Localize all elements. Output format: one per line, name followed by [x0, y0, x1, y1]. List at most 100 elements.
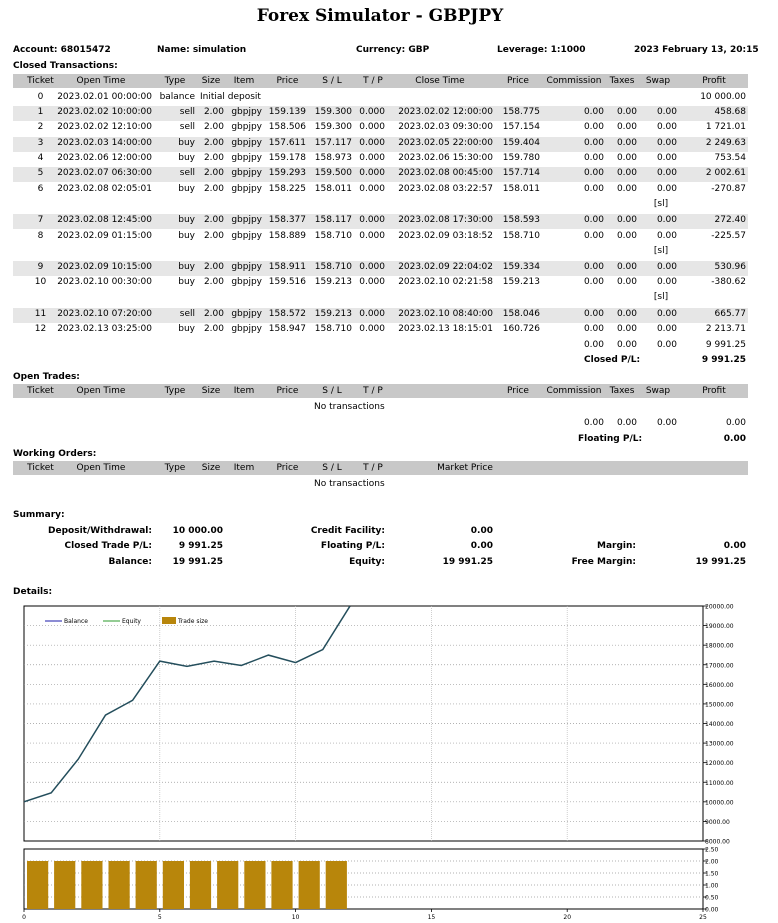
trade-size-bar [189, 861, 212, 909]
column-header: S / L [322, 386, 342, 396]
row-item: gbpjpy [231, 107, 262, 117]
row-swap: 0.00 [656, 277, 677, 287]
closed-trade-pl-value: 9 991.25 [178, 541, 223, 551]
row-comm: 0.00 [583, 122, 604, 132]
row-close: 2023.02.10 02:21:58 [398, 277, 493, 287]
row-profit: 2 249.63 [705, 138, 746, 148]
trade-size-bar [298, 861, 320, 909]
row-swap: 0.00 [656, 309, 677, 319]
row-open: 2023.02.07 06:30:00 [57, 168, 152, 178]
row-close: 2023.02.05 22:00:00 [398, 138, 493, 148]
row-profit: 458.68 [714, 107, 747, 117]
row-cprice: 158.593 [502, 215, 540, 225]
row-price: 158.506 [268, 122, 306, 132]
x-tick-label: 25 [699, 914, 707, 921]
x-tick-label: 15 [428, 914, 436, 921]
row-cprice: 159.404 [502, 138, 540, 148]
row-open: 2023.02.10 00:30:00 [57, 277, 152, 287]
column-header: Price [507, 386, 529, 396]
row-open: 2023.02.13 03:25:00 [57, 324, 152, 334]
row-size: 2.00 [203, 277, 224, 287]
row-close: 2023.02.13 18:15:01 [398, 324, 493, 334]
row-item: gbpjpy [231, 277, 262, 287]
column-header: Type [164, 386, 186, 396]
row-profit: 10 000.00 [700, 92, 746, 102]
row-tp: 0.000 [359, 138, 385, 148]
row-item: gbpjpy [231, 309, 262, 319]
legend-trade-size-swatch [162, 617, 176, 624]
row-price: 159.139 [268, 107, 306, 117]
row-taxes: 0.00 [616, 122, 637, 132]
x-tick-label: 10 [292, 914, 300, 921]
floating-pl-label: Floating P/L: [320, 541, 385, 551]
trade-size-bar [244, 861, 266, 909]
column-header: Swap [645, 76, 671, 86]
row-price: 158.377 [268, 215, 306, 225]
column-header: Price [276, 76, 299, 86]
row-close: 2023.02.06 15:30:00 [398, 153, 493, 163]
row-taxes: 0.00 [616, 153, 637, 163]
trade-size-bar [162, 861, 184, 909]
row-cprice: 159.213 [502, 277, 540, 287]
row-cprice: 157.154 [502, 122, 540, 132]
column-header: T / P [363, 463, 383, 473]
row-taxes: 0.00 [616, 138, 637, 148]
column-header: Price [507, 76, 529, 86]
y-tick-label: 20000.00 [705, 604, 734, 611]
row-tp: 0.000 [359, 215, 385, 225]
column-header: Commission [546, 76, 602, 86]
row-size: 2.00 [203, 215, 224, 225]
column-header: Price [276, 463, 299, 473]
y-tick-label: 18000.00 [705, 643, 734, 650]
row-open-time: 2023.02.01 00:00:00 [57, 92, 152, 102]
account-number: Account: 68015472 [13, 45, 111, 55]
y-tick-label: 13000.00 [705, 741, 734, 748]
row-size: 2.00 [203, 168, 224, 178]
row-item: gbpjpy [231, 262, 262, 272]
row-size: 2.00 [203, 262, 224, 272]
row-profit: -380.62 [711, 277, 746, 287]
closed-transactions-heading: Closed Transactions: [13, 61, 118, 71]
row-swap: 0.00 [656, 107, 677, 117]
trade-size-bar [27, 861, 49, 909]
column-header: Close Time [415, 76, 465, 86]
row-cprice: 158.710 [502, 231, 540, 241]
row-comm: 0.00 [583, 262, 604, 272]
row-size: 2.00 [203, 309, 224, 319]
row-comm: 0.00 [583, 309, 604, 319]
column-header: S / L [322, 463, 342, 473]
row-tp: 0.000 [359, 168, 385, 178]
column-header: Price [276, 386, 299, 396]
row-price: 158.947 [268, 324, 306, 334]
column-header: Ticket [27, 463, 54, 473]
row-sl: 158.710 [314, 262, 352, 272]
row-tp: 0.000 [359, 153, 385, 163]
row-swap: 0.00 [656, 153, 677, 163]
deposit-value: 10 000.00 [172, 526, 223, 536]
row-comm: 0.00 [583, 153, 604, 163]
row-comm: 0.00 [583, 324, 604, 334]
row-tp: 0.000 [359, 122, 385, 132]
x-tick-label: 20 [563, 914, 571, 921]
row-comm: 0.00 [583, 231, 604, 241]
row-size: Initial deposit [200, 92, 261, 102]
row-tp: 0.000 [359, 277, 385, 287]
row-profit: -225.57 [711, 231, 746, 241]
row-price: 157.611 [268, 138, 306, 148]
column-header: Swap [645, 386, 671, 396]
row-sl: 159.300 [314, 122, 352, 132]
open-total-swap: 0.00 [656, 418, 677, 428]
column-header: T / P [363, 76, 383, 86]
column-header: Size [201, 463, 221, 473]
column-header: Commission [546, 386, 602, 396]
row-close: 2023.02.08 17:30:00 [398, 215, 493, 225]
row-sl: 158.011 [314, 184, 352, 194]
y-tick-label: 12000.00 [705, 760, 734, 767]
stop-loss-note: [sl] [653, 292, 669, 302]
deposit-label: Deposit/Withdrawal: [48, 526, 152, 536]
legend-equity-label: Equity [122, 618, 141, 625]
row-open: 2023.02.02 10:00:00 [57, 107, 152, 117]
account-leverage: Leverage: 1:1000 [497, 45, 586, 55]
closed-pl-label: Closed P/L: [584, 355, 641, 365]
trade-size-bar [81, 861, 103, 909]
